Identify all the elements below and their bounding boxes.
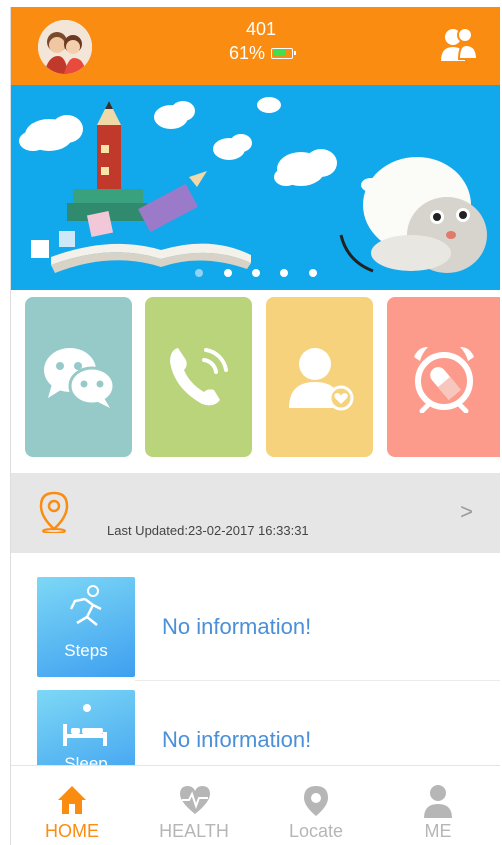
battery-status: 61% bbox=[196, 41, 326, 65]
location-pin-icon bbox=[39, 491, 69, 533]
contact-heart-icon bbox=[288, 348, 353, 411]
location-row[interactable]: Last Updated:23-02-2017 16:33:31 > bbox=[11, 473, 500, 553]
battery-icon bbox=[271, 48, 297, 59]
app-frame: 401 61% Last Updated:23-02-2017 16:33:31… bbox=[10, 7, 500, 845]
sleep-card[interactable]: Sleep No information! bbox=[37, 690, 500, 765]
medicine-alarm-button[interactable] bbox=[387, 297, 500, 457]
sleep-value: No information! bbox=[162, 727, 312, 752]
banner-dot[interactable] bbox=[252, 269, 260, 277]
bottom-nav: HOME HEALTH Locate ME bbox=[11, 765, 500, 845]
promo-banner[interactable] bbox=[11, 85, 500, 290]
nav-locate-label: Locate bbox=[288, 821, 344, 841]
nav-home[interactable]: HOME bbox=[11, 766, 133, 845]
contacts-favorite-button[interactable] bbox=[266, 297, 373, 457]
banner-dot[interactable] bbox=[223, 269, 232, 277]
device-status: 401 61% bbox=[196, 17, 326, 65]
location-pin-icon bbox=[304, 786, 328, 816]
nav-home-label: HOME bbox=[45, 821, 99, 841]
contacts-icon bbox=[441, 27, 479, 61]
call-button[interactable] bbox=[145, 297, 252, 457]
quick-actions bbox=[11, 290, 500, 473]
running-icon bbox=[69, 585, 102, 626]
steps-value: No information! bbox=[162, 614, 312, 639]
device-id: 401 bbox=[245, 19, 277, 39]
nav-locate[interactable]: Locate bbox=[255, 766, 377, 845]
nav-health-label: HEALTH bbox=[159, 821, 229, 841]
last-updated-text: Last Updated:23-02-2017 16:33:31 bbox=[107, 523, 309, 538]
banner-dot[interactable] bbox=[308, 269, 317, 277]
alarm-pill-icon bbox=[414, 347, 474, 413]
nav-me[interactable]: ME bbox=[377, 766, 499, 845]
top-bar: 401 61% bbox=[11, 7, 500, 85]
home-icon bbox=[58, 786, 86, 814]
sleep-label: Sleep bbox=[64, 754, 108, 765]
family-avatar[interactable] bbox=[38, 20, 92, 74]
health-info-list: Steps No information! Sleep No informati… bbox=[11, 553, 500, 765]
banner-dot[interactable] bbox=[195, 269, 204, 277]
contacts-button[interactable] bbox=[439, 25, 479, 65]
chat-button[interactable] bbox=[25, 297, 132, 457]
banner-dot[interactable] bbox=[280, 269, 289, 277]
banner-pagination bbox=[11, 264, 500, 282]
person-icon bbox=[424, 785, 452, 818]
chat-icon bbox=[43, 348, 115, 408]
heart-pulse-icon bbox=[180, 786, 210, 814]
divider bbox=[135, 680, 500, 681]
battery-percent: 61% bbox=[228, 43, 266, 63]
avatar-image bbox=[38, 20, 92, 74]
phone-call-icon bbox=[169, 348, 228, 406]
nav-me-label: ME bbox=[424, 821, 452, 841]
steps-label: Steps bbox=[64, 641, 108, 660]
steps-tile: Steps bbox=[37, 577, 135, 677]
banner-illustration bbox=[19, 97, 487, 273]
nav-health[interactable]: HEALTH bbox=[133, 766, 255, 845]
steps-card[interactable]: Steps No information! bbox=[37, 577, 500, 681]
bed-icon bbox=[63, 704, 107, 746]
chevron-right-icon: > bbox=[460, 499, 473, 524]
sleep-tile: Sleep bbox=[37, 690, 135, 765]
